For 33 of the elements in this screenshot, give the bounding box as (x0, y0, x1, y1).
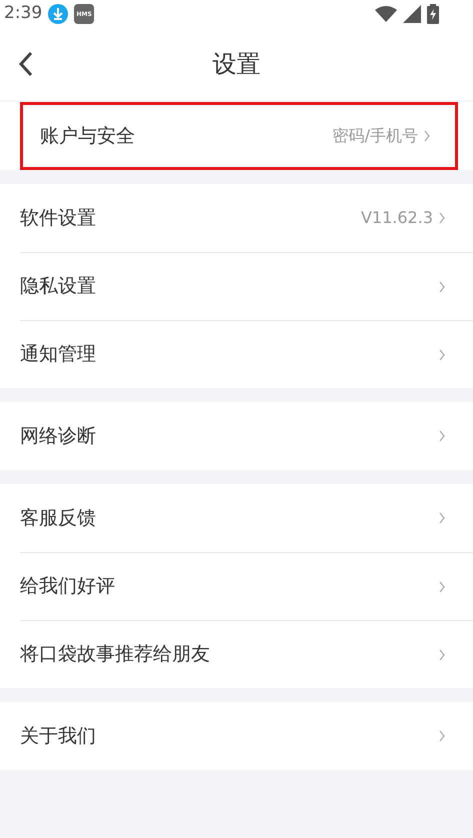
row-label: 隐私设置 (20, 274, 96, 300)
chevron-icon (439, 580, 445, 592)
chevron-icon (439, 512, 445, 524)
row-label: 账户与安全 (40, 124, 135, 149)
signal-icon (403, 5, 421, 23)
settings-row[interactable]: 将口袋故事推荐给朋友 (20, 620, 473, 688)
wifi-icon (375, 6, 397, 22)
chevron-icon (439, 212, 445, 224)
row-value: 密码/手机号 (332, 125, 418, 147)
chevron-icon (424, 130, 430, 142)
settings-row[interactable]: 通知管理 (20, 320, 473, 388)
status-time: 2:39 (4, 2, 42, 26)
settings-row[interactable]: 软件设置 V11.62.3 (20, 184, 473, 252)
row-label: 软件设置 (20, 206, 96, 231)
row-value: V11.62.3 (360, 207, 433, 229)
row-label: 网络诊断 (20, 424, 96, 449)
chevron-icon (439, 730, 445, 742)
row-label: 将口袋故事推荐给朋友 (20, 642, 210, 668)
chevron-icon (439, 348, 445, 360)
chevron-icon (439, 280, 445, 292)
row-label: 客服反馈 (20, 506, 96, 531)
row-label: 给我们好评 (20, 574, 115, 600)
settings-row[interactable]: 隐私设置 (20, 252, 473, 320)
download-icon (48, 4, 68, 24)
row-label: 通知管理 (20, 342, 96, 368)
settings-row[interactable]: 客服反馈 (20, 484, 473, 552)
settings-row[interactable]: 给我们好评 (20, 552, 473, 620)
page-title: 设置 (212, 49, 260, 80)
row-label: 关于我们 (20, 724, 96, 749)
chevron-icon (439, 430, 445, 442)
back-icon (18, 51, 34, 77)
battery-icon (427, 4, 439, 24)
chevron-icon (439, 648, 445, 660)
